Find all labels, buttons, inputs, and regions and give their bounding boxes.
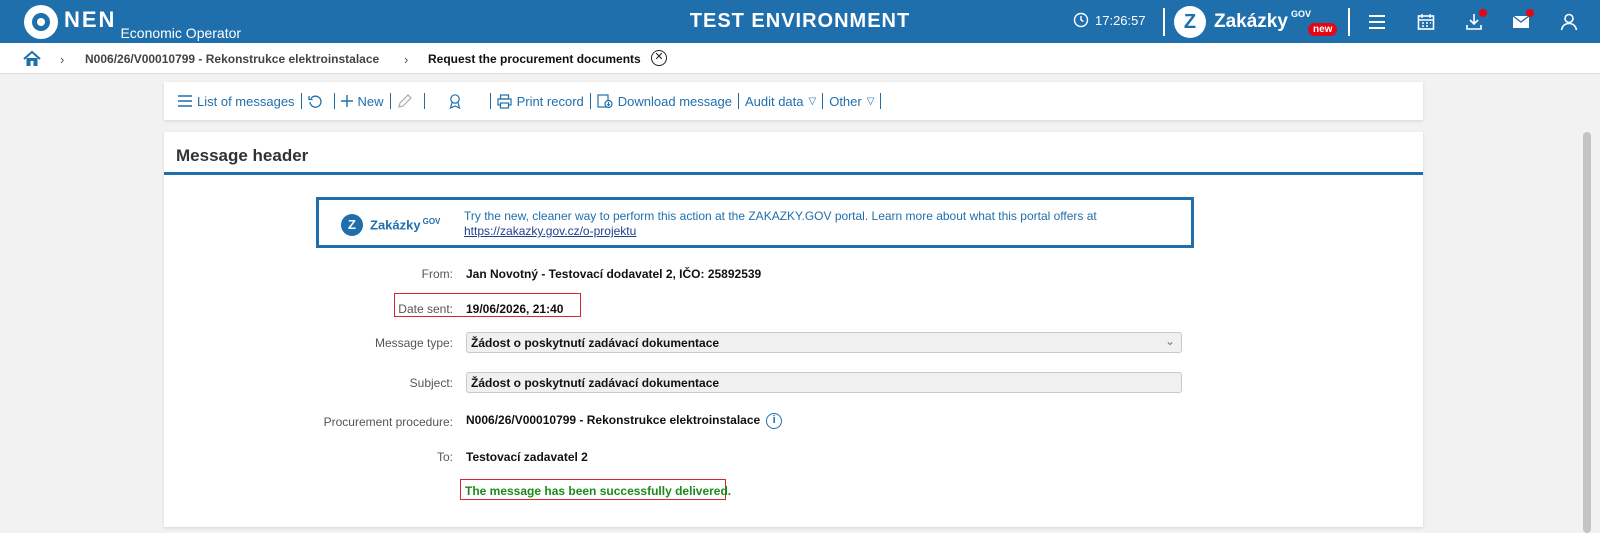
promo-text: Try the new, cleaner way to perform this… (464, 209, 1164, 239)
other-label: Other (829, 93, 862, 109)
zakazky-logo-icon: Z (341, 214, 363, 236)
list-of-messages-button[interactable]: List of messages (172, 94, 301, 109)
message-type-select[interactable]: Žádost o poskytnutí zadávací dokumentace… (466, 332, 1182, 353)
list-of-messages-label: List of messages (197, 93, 295, 109)
new-label: New (357, 93, 384, 109)
zakazky-name: Zakázky GOV (1214, 9, 1311, 32)
delivery-status: The message has been successfully delive… (465, 484, 732, 498)
close-icon[interactable]: ✕ (651, 50, 667, 66)
subject-value: Žádost o poskytnutí zadávací dokumentace (471, 376, 720, 390)
message-toolbar: List of messages New Print record Downlo… (164, 82, 1423, 120)
procedure-value-wrap: N006/26/V00010799 - Rekonstrukce elektro… (466, 413, 783, 429)
edit-button[interactable] (391, 93, 424, 109)
to-label: To: (436, 450, 453, 464)
subject-label: Subject: (409, 376, 453, 390)
refresh-button[interactable] (302, 94, 334, 109)
pencil-icon (397, 94, 412, 108)
certificate-button[interactable] (425, 93, 490, 109)
download-document-icon (597, 94, 613, 109)
home-icon[interactable] (23, 50, 41, 67)
nen-logo-icon (24, 5, 58, 39)
print-record-label: Print record (516, 93, 584, 109)
zakazky-promo-logo: Z Zakázky GOV (341, 214, 440, 236)
field-message-type: Message type: Žádost o poskytnutí zadáva… (164, 332, 1423, 356)
list-icon (178, 95, 192, 107)
toolbar-divider (880, 93, 882, 109)
refresh-icon (307, 95, 322, 108)
award-icon (449, 94, 460, 109)
triangle-down-icon: ▽ (866, 95, 875, 107)
info-icon[interactable]: i (766, 413, 783, 429)
zakazky-portal-link[interactable]: Z Zakázky GOV (1174, 6, 1311, 38)
print-record-button[interactable]: Print record (491, 94, 590, 109)
promo-logo-name: Zakázky GOV (370, 217, 441, 233)
subject-field[interactable]: Žádost o poskytnutí zadávací dokumentace (466, 372, 1182, 393)
field-to: To: Testovací zadavatel 2 (164, 446, 1423, 470)
field-subject: Subject: Žádost o poskytnutí zadávací do… (164, 372, 1423, 396)
audit-data-dropdown[interactable]: Audit data ▽ (739, 94, 822, 109)
top-bar: NEN Economic Operator TEST ENVIRONMENT 1… (0, 0, 1600, 43)
promo-link[interactable]: https://zakazky.gov.cz/o-projektu (464, 224, 636, 238)
breadcrumb: › N006/26/V00010799 - Rekonstrukce elekt… (0, 43, 1600, 74)
download-message-label: Download message (617, 93, 732, 109)
calendar-icon[interactable] (1416, 12, 1436, 32)
other-dropdown[interactable]: Other ▽ (823, 94, 880, 109)
divider (1163, 8, 1165, 36)
zakazky-logo-icon: Z (1174, 6, 1206, 38)
procedure-label: Procurement procedure: (323, 415, 453, 429)
download-notification-dot (1479, 9, 1487, 17)
field-date-sent: Date sent: 19/06/2026, 21:40 (164, 298, 1423, 322)
user-icon[interactable] (1559, 12, 1579, 32)
divider (1348, 8, 1350, 36)
highlight-box (394, 293, 581, 317)
session-clock: 17:26:57 (1073, 12, 1146, 28)
from-label: From: (421, 267, 453, 281)
to-value: Testovací zadavatel 2 (466, 450, 588, 464)
logo-subtitle: Economic Operator (120, 25, 242, 41)
breadcrumb-procedure[interactable]: N006/26/V00010799 - Rekonstrukce elektro… (85, 52, 379, 66)
chevron-down-icon: ⌄ (1164, 334, 1175, 348)
breadcrumb-current: Request the procurement documents (428, 52, 641, 66)
new-button[interactable]: New (335, 94, 390, 109)
zakazky-promo-banner: Z Zakázky GOV Try the new, cleaner way to… (316, 197, 1194, 248)
clock-icon (1073, 12, 1089, 28)
field-procurement-procedure: Procurement procedure: N006/26/V00010799… (164, 411, 1423, 435)
clock-time: 17:26:57 (1095, 12, 1146, 28)
from-value: Jan Novotný - Testovací dodavatel 2, IČO… (466, 267, 762, 281)
audit-data-label: Audit data (744, 93, 804, 109)
mail-notification-dot (1526, 9, 1534, 17)
message-type-label: Message type: (374, 336, 453, 350)
triangle-down-icon: ▽ (808, 95, 817, 107)
plus-icon (340, 95, 353, 107)
message-type-value: Žádost o poskytnutí zadávací dokumentace (471, 336, 720, 350)
menu-icon[interactable] (1367, 12, 1387, 32)
chevron-right-icon: › (60, 52, 65, 67)
logo-text: NEN (64, 7, 117, 32)
printer-icon (496, 93, 512, 109)
download-message-button[interactable]: Download message (591, 93, 738, 109)
card-title: Message header (164, 132, 1423, 175)
procedure-value[interactable]: N006/26/V00010799 - Rekonstrukce elektro… (466, 413, 760, 427)
page-scrollbar[interactable] (1583, 132, 1591, 533)
new-badge: new (1308, 23, 1338, 36)
promo-message: Try the new, cleaner way to perform this… (464, 209, 1097, 223)
nen-logo[interactable]: NEN Economic Operator (24, 5, 242, 41)
chevron-right-icon: › (404, 52, 409, 67)
field-from: From: Jan Novotný - Testovací dodavatel … (164, 263, 1423, 287)
message-header-card: Message header Z Zakázky GOV Try the new,… (164, 132, 1423, 527)
